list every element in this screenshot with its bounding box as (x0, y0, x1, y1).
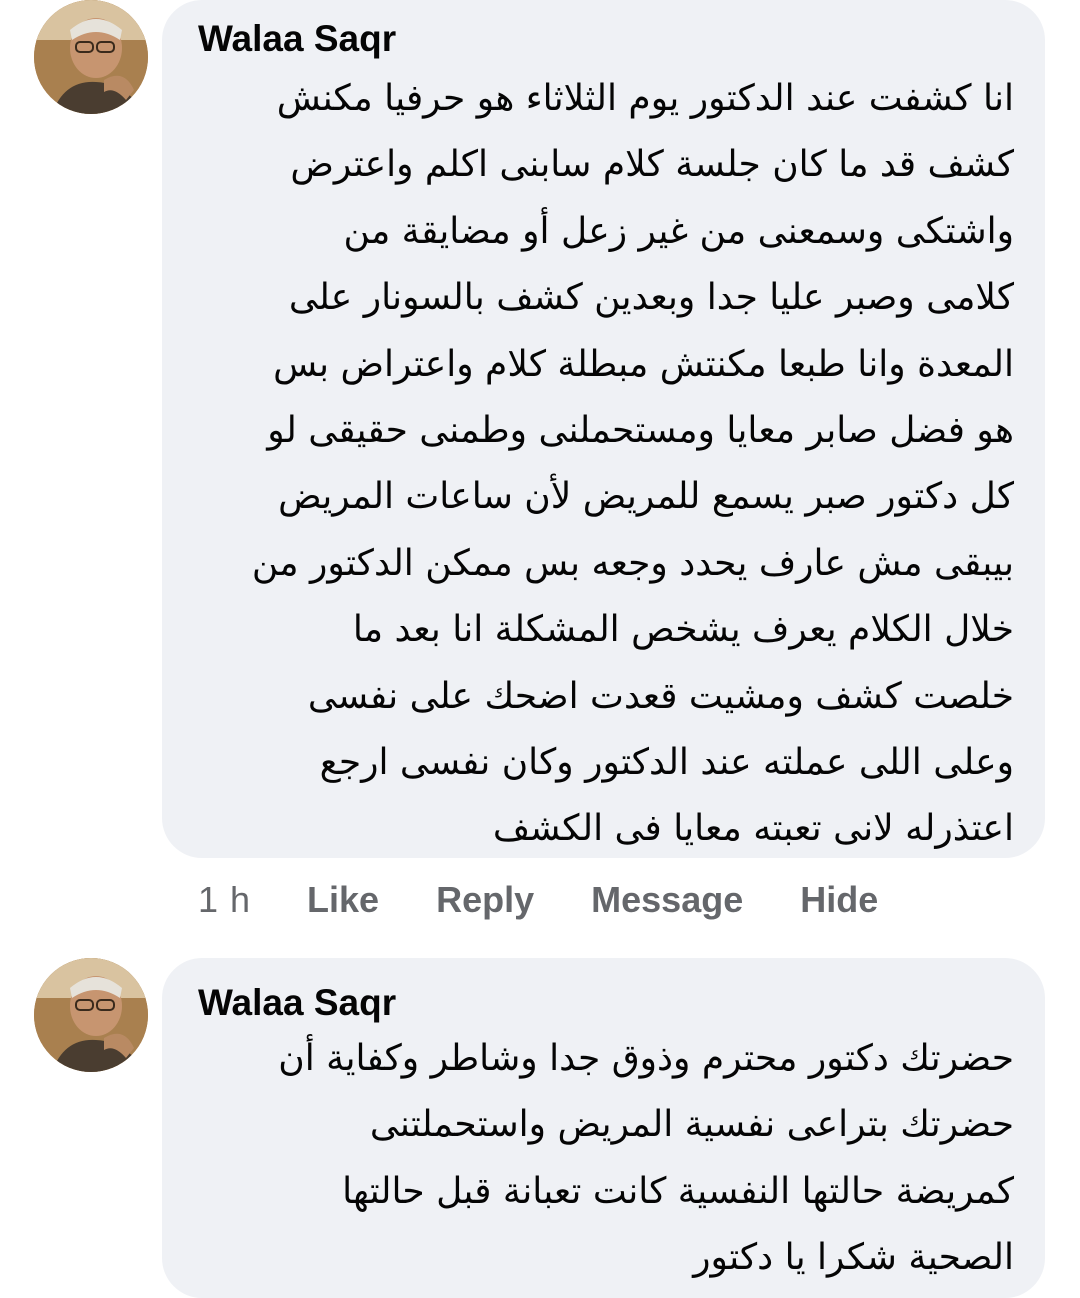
reply-button[interactable]: Reply (436, 879, 534, 921)
message-button[interactable]: Message (591, 879, 743, 921)
comment-text: انا كشفت عند الدكتور يوم الثلاثاء هو حرف… (251, 78, 1014, 850)
comment-actions: 1 h Like Reply Message Hide (198, 870, 935, 930)
avatar[interactable] (34, 0, 148, 114)
profile-photo-icon (34, 958, 148, 1072)
timestamp[interactable]: 1 h (198, 879, 251, 921)
comment-bubble: Walaa Saqr حضرتك دكتور محترم وذوق جدا وش… (162, 958, 1045, 1298)
comment-text: حضرتك دكتور محترم وذوق جدا وشاطر وكفاية … (278, 1038, 1014, 1279)
author-name[interactable]: Walaa Saqr (198, 982, 396, 1024)
avatar[interactable] (34, 958, 148, 1072)
comment-bubble: Walaa Saqr انا كشفت عند الدكتور يوم الثل… (162, 0, 1045, 858)
hide-button[interactable]: Hide (800, 879, 878, 921)
profile-photo-icon (34, 0, 148, 114)
author-name[interactable]: Walaa Saqr (198, 18, 396, 60)
like-button[interactable]: Like (307, 879, 379, 921)
